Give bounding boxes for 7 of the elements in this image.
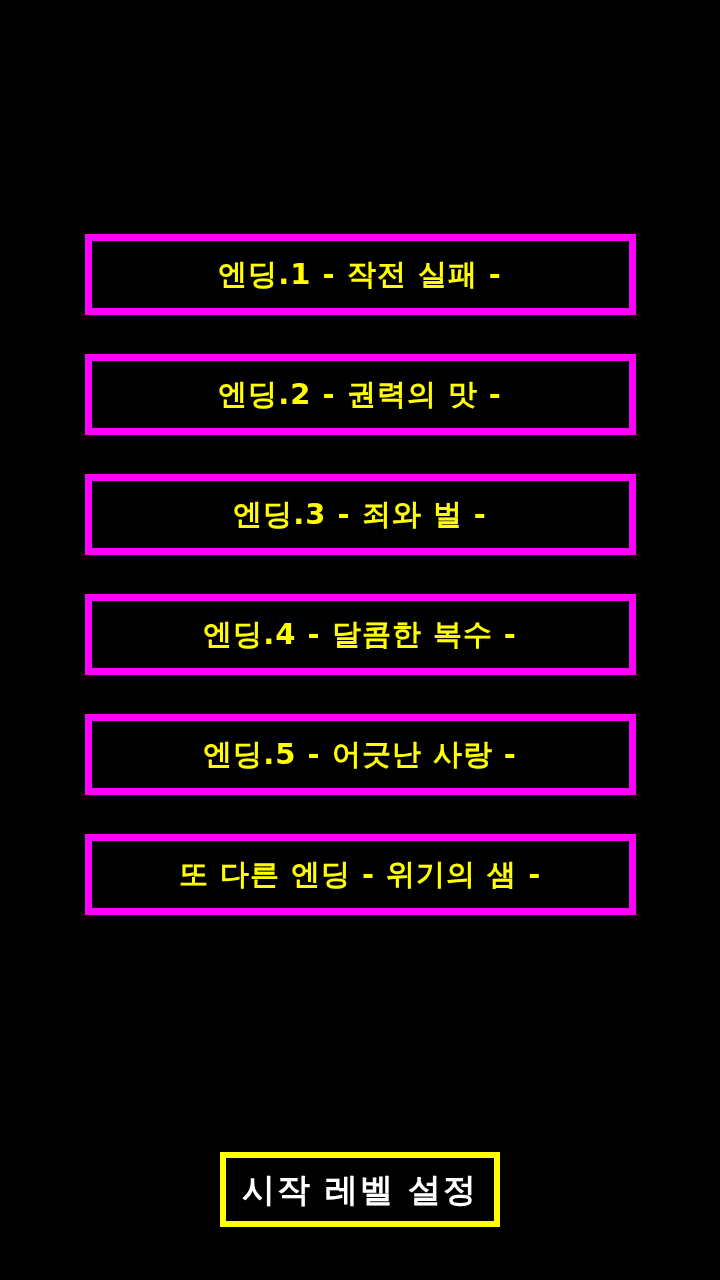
ending-button[interactable]: 또 다른 엔딩 - 위기의 샘 - [84,834,636,915]
start-level-button[interactable]: 시작 레벨 설정 [220,1152,500,1227]
ending-button[interactable]: 엔딩.3 - 죄와 벌 - [84,474,636,555]
ending-button[interactable]: 엔딩.1 - 작전 실패 - [84,234,636,315]
ending-button[interactable]: 엔딩.2 - 권력의 맛 - [84,354,636,435]
ending-button[interactable]: 엔딩.5 - 어긋난 사랑 - [84,714,636,795]
ending-button[interactable]: 엔딩.4 - 달콤한 복수 - [84,594,636,675]
